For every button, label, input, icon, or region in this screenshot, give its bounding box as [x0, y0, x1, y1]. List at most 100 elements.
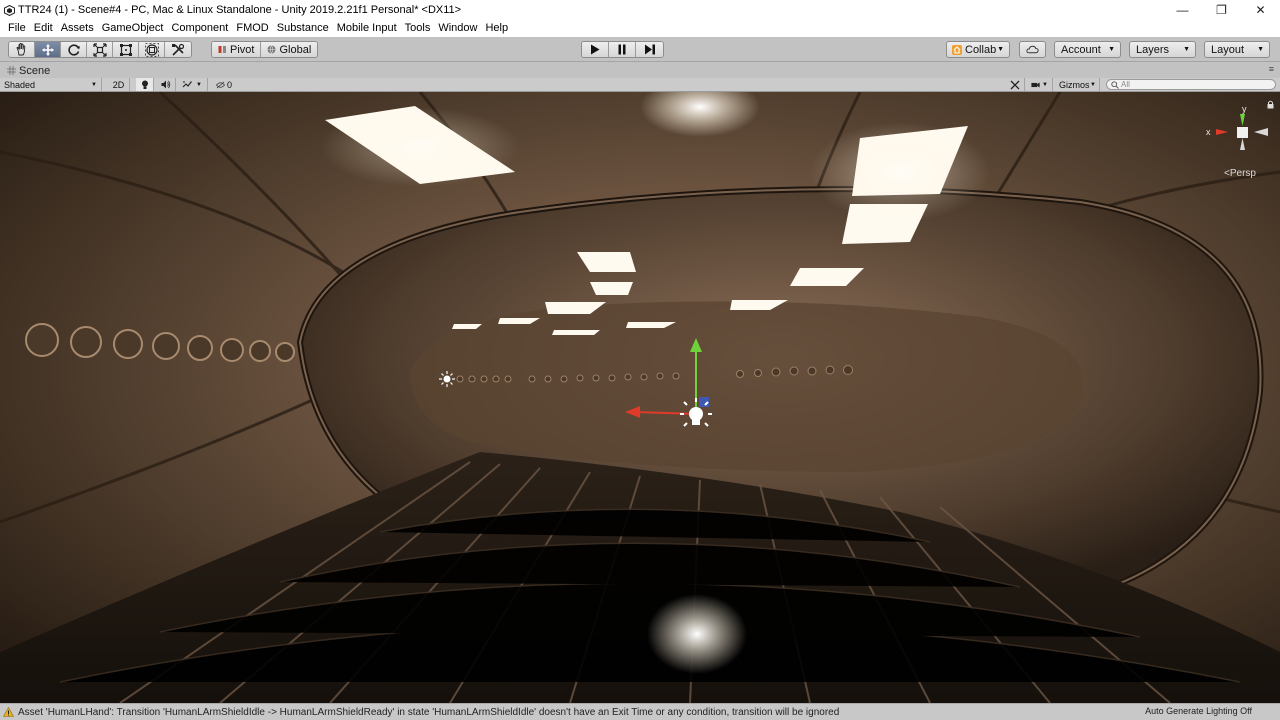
- hand-icon: [16, 43, 25, 56]
- close-button[interactable]: ✕: [1241, 0, 1280, 20]
- layers-dropdown[interactable]: Layers ▼: [1129, 41, 1196, 58]
- scene-lighting-toggle[interactable]: [136, 78, 154, 91]
- warning-icon: [3, 707, 14, 717]
- menu-fmod[interactable]: FMOD: [232, 20, 272, 37]
- menu-substance[interactable]: Substance: [273, 20, 333, 37]
- custom-tool-button[interactable]: [165, 42, 191, 57]
- menu-help[interactable]: Help: [481, 20, 512, 37]
- main-toolbar: Pivot Global Collab ▼ Account ▼ Layers ▼…: [0, 37, 1280, 62]
- transform-tool-button[interactable]: [139, 42, 165, 57]
- menu-edit[interactable]: Edit: [30, 20, 57, 37]
- menu-bar: File Edit Assets GameObject Component FM…: [0, 20, 1280, 37]
- rotate-tool-button[interactable]: [61, 42, 87, 57]
- pivot-global-group: Pivot Global: [211, 41, 319, 58]
- menu-gameobject[interactable]: GameObject: [98, 20, 168, 37]
- scale-tool-button[interactable]: [87, 42, 113, 57]
- gizmos-dropdown[interactable]: Gizmos ▼: [1055, 78, 1100, 91]
- global-label: Global: [279, 43, 312, 56]
- speaker-icon: [161, 80, 170, 89]
- collab-label: Collab: [965, 43, 997, 56]
- tab-scene[interactable]: Scene: [3, 63, 63, 78]
- pivot-icon: [218, 46, 226, 53]
- chevron-down-icon: ▼: [91, 81, 97, 88]
- search-icon: [1111, 80, 1119, 89]
- title-bar: TTR24 (1) - Scene#4 - PC, Mac & Linux St…: [0, 0, 1280, 20]
- scene-search: [1106, 79, 1276, 90]
- console-message[interactable]: Asset 'HumanLHand': Transition 'HumanLAr…: [18, 707, 839, 718]
- playback-controls: [581, 41, 664, 58]
- move-gizmo[interactable]: [620, 336, 720, 436]
- eye-slash-icon: [216, 81, 225, 88]
- collab-dropdown[interactable]: Collab ▼: [946, 41, 1010, 58]
- minimize-button[interactable]: —: [1163, 0, 1202, 20]
- projection-toggle[interactable]: <Persp: [1224, 168, 1256, 179]
- hidden-objects-toggle[interactable]: 0: [212, 78, 236, 91]
- chevron-down-icon: ▼: [1108, 46, 1115, 53]
- mode-2d-label: 2D: [112, 79, 125, 90]
- custom-tool-icon: [172, 43, 185, 56]
- mode-2d-toggle[interactable]: 2D: [108, 78, 130, 91]
- lighting-status[interactable]: Auto Generate Lighting Off: [1145, 706, 1252, 716]
- tab-scene-label: Scene: [19, 64, 51, 77]
- scale-icon: [92, 42, 107, 57]
- chevron-down-icon: ▼: [196, 81, 202, 88]
- menu-mobile-input[interactable]: Mobile Input: [333, 20, 401, 37]
- wrench-cross-icon: [1010, 80, 1019, 89]
- menu-assets[interactable]: Assets: [57, 20, 98, 37]
- rect-tool-button[interactable]: [113, 42, 139, 57]
- pivot-toggle[interactable]: Pivot: [212, 42, 262, 57]
- tab-menu-icon[interactable]: ≡: [1269, 64, 1274, 74]
- globe-icon: [267, 45, 276, 54]
- play-icon: [591, 44, 600, 55]
- camera-settings-dropdown[interactable]: ▼: [1027, 78, 1053, 91]
- hidden-count: 0: [226, 79, 232, 90]
- rotate-icon: [67, 43, 80, 56]
- lightbulb-icon: [141, 80, 148, 89]
- pause-button[interactable]: [609, 42, 636, 57]
- scene-effects-dropdown[interactable]: ▼: [178, 78, 208, 91]
- menu-component[interactable]: Component: [167, 20, 232, 37]
- rect-icon: [119, 43, 132, 56]
- lock-icon[interactable]: [1267, 100, 1274, 109]
- camera-icon: [1031, 82, 1040, 87]
- step-icon: [644, 44, 655, 55]
- layers-label: Layers: [1136, 43, 1170, 56]
- play-button[interactable]: [582, 42, 609, 57]
- global-toggle[interactable]: Global: [261, 42, 318, 57]
- transform-icon: [144, 42, 159, 57]
- shading-mode-dropdown[interactable]: Shaded ▼: [0, 78, 102, 91]
- cloud-button[interactable]: [1019, 41, 1046, 58]
- step-button[interactable]: [636, 42, 663, 57]
- chevron-down-icon: ▼: [1090, 81, 1096, 88]
- account-dropdown[interactable]: Account ▼: [1054, 41, 1121, 58]
- gizmos-label: Gizmos: [1059, 79, 1090, 90]
- tab-row: Scene ≡: [0, 62, 1280, 78]
- chevron-down-icon: ▼: [1183, 46, 1190, 53]
- chevron-down-icon: ▼: [1257, 46, 1264, 53]
- menu-window[interactable]: Window: [434, 20, 481, 37]
- menu-tools[interactable]: Tools: [401, 20, 435, 37]
- cloud-icon: [1026, 45, 1039, 54]
- axis-y-label: y: [1242, 104, 1247, 114]
- menu-file[interactable]: File: [4, 20, 30, 37]
- tools-settings-button[interactable]: [1005, 78, 1025, 91]
- account-label: Account: [1061, 43, 1101, 56]
- scene-audio-toggle[interactable]: [156, 78, 176, 91]
- move-tool-button[interactable]: [35, 42, 61, 57]
- y-axis-handle: [690, 338, 702, 352]
- status-bar: Asset 'HumanLHand': Transition 'HumanLAr…: [0, 703, 1280, 720]
- transform-tools: [8, 41, 192, 58]
- scene-search-input[interactable]: [1121, 80, 1261, 89]
- orientation-gizmo[interactable]: y x: [1204, 98, 1272, 168]
- unity-logo-icon: [3, 4, 15, 16]
- shading-mode-label: Shaded: [4, 79, 36, 90]
- projection-label: Persp: [1229, 168, 1256, 179]
- layout-dropdown[interactable]: Layout ▼: [1204, 41, 1270, 58]
- effects-icon: [182, 81, 192, 88]
- point-light-icon[interactable]: [438, 370, 456, 388]
- restore-button[interactable]: ❐: [1202, 0, 1241, 20]
- hand-tool-button[interactable]: [9, 42, 35, 57]
- scene-viewport[interactable]: y x <Persp: [0, 92, 1280, 703]
- chevron-down-icon: ▼: [1042, 81, 1048, 88]
- scene-toolbar: Shaded ▼ 2D ▼ 0 ▼ Gizmos ▼: [0, 78, 1280, 92]
